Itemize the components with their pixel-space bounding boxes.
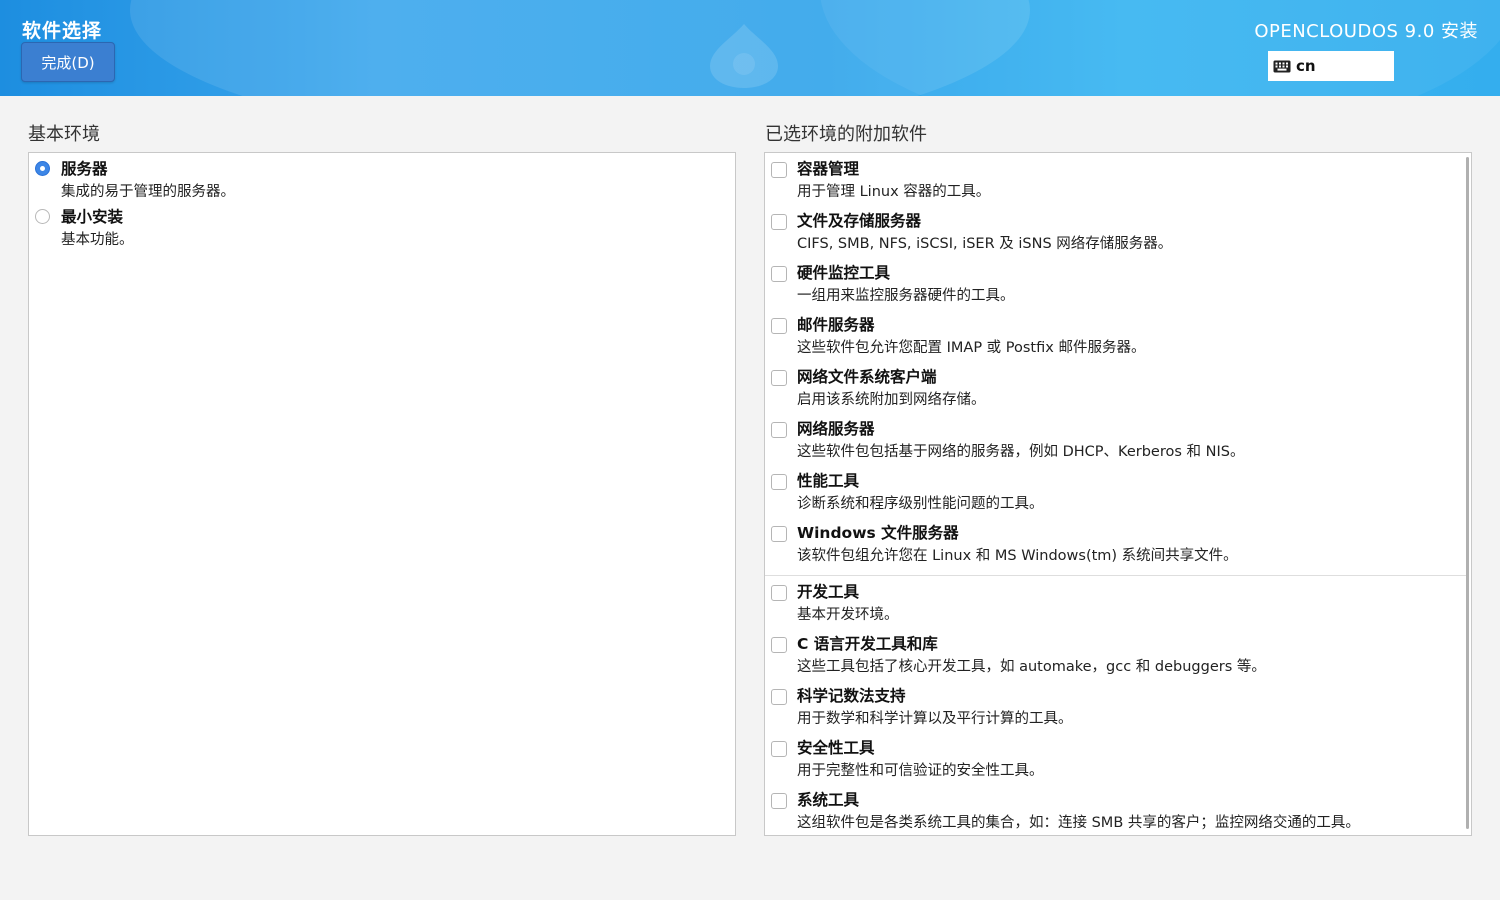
option-description: 基本开发环境。: [797, 607, 899, 623]
option-description: 该软件包组允许您在 Linux 和 MS Windows(tm) 系统间共享文件…: [797, 548, 1238, 564]
addon-option[interactable]: 系统工具这组软件包是各类系统工具的集合，如：连接 SMB 共享的客户；监控网络交…: [769, 790, 1467, 834]
option-title: 网络文件系统客户端: [797, 368, 937, 386]
environment-option[interactable]: 服务器集成的易于管理的服务器。: [33, 159, 731, 203]
checkbox[interactable]: [771, 266, 787, 282]
header-decoration: [820, 0, 1500, 96]
option-title: 服务器: [61, 160, 108, 178]
option-title: 最小安装: [61, 208, 124, 226]
scrollbar[interactable]: [1466, 157, 1469, 829]
addon-option[interactable]: 硬件监控工具一组用来监控服务器硬件的工具。: [769, 263, 1467, 307]
addon-software-label: 已选环境的附加软件: [765, 124, 927, 145]
checkbox[interactable]: [771, 214, 787, 230]
addon-option[interactable]: C 语言开发工具和库这些工具包括了核心开发工具，如 automake，gcc 和…: [769, 634, 1467, 678]
option-description: 用于管理 Linux 容器的工具。: [797, 184, 991, 200]
checkbox[interactable]: [771, 422, 787, 438]
base-environment-label: 基本环境: [28, 124, 100, 145]
option-description: 这些工具包括了核心开发工具，如 automake，gcc 和 debuggers…: [797, 659, 1266, 675]
option-title: 文件及存储服务器: [797, 212, 922, 230]
addon-option[interactable]: 邮件服务器这些软件包允许您配置 IMAP 或 Postfix 邮件服务器。: [769, 315, 1467, 359]
option-description: CIFS, SMB, NFS, iSCSI, iSER 及 iSNS 网络存储服…: [797, 236, 1173, 252]
option-title: 科学记数法支持: [797, 687, 906, 705]
addon-option[interactable]: 网络服务器这些软件包包括基于网络的服务器，例如 DHCP、Kerberos 和 …: [769, 419, 1467, 463]
checkbox[interactable]: [771, 162, 787, 178]
option-description: 这些软件包允许您配置 IMAP 或 Postfix 邮件服务器。: [797, 340, 1146, 356]
option-title: 邮件服务器: [797, 316, 875, 334]
option-description: 用于完整性和可信验证的安全性工具。: [797, 763, 1044, 779]
option-description: 启用该系统附加到网络存储。: [797, 392, 986, 408]
addon-option[interactable]: 科学记数法支持用于数学和科学计算以及平行计算的工具。: [769, 686, 1467, 730]
environment-option[interactable]: 最小安装 基本功能。: [33, 207, 731, 251]
checkbox[interactable]: [771, 585, 787, 601]
addon-software-list[interactable]: 容器管理用于管理 Linux 容器的工具。 文件及存储服务器 CIFS, SMB, …: [764, 152, 1472, 836]
addon-option[interactable]: 开发工具基本开发环境。: [769, 582, 1467, 626]
header-bar: 软件选择 完成(D) OPENCLOUDOS 9.0 安装 cn: [0, 0, 1500, 96]
option-description: 这些软件包包括基于网络的服务器，例如 DHCP、Kerberos 和 NIS。: [797, 444, 1245, 460]
checkbox[interactable]: [771, 689, 787, 705]
option-description: 这组软件包是各类系统工具的集合，如：连接 SMB 共享的客户；监控网络交通的工具…: [797, 815, 1360, 831]
addon-option[interactable]: 容器管理用于管理 Linux 容器的工具。: [769, 159, 1467, 203]
option-title: 系统工具: [797, 791, 860, 809]
checkbox[interactable]: [771, 370, 787, 386]
checkbox[interactable]: [771, 318, 787, 334]
option-title: 容器管理: [797, 160, 860, 178]
option-description: 用于数学和科学计算以及平行计算的工具。: [797, 711, 1073, 727]
addon-option[interactable]: Windows 文件服务器该软件包组允许您在 Linux 和 MS Window…: [769, 523, 1467, 567]
option-title: C 语言开发工具和库: [797, 635, 938, 653]
addon-option[interactable]: 安全性工具用于完整性和可信验证的安全性工具。: [769, 738, 1467, 782]
option-description: 集成的易于管理的服务器。: [61, 184, 235, 200]
done-button[interactable]: 完成(D): [21, 42, 115, 82]
base-environment-list: 服务器集成的易于管理的服务器。 最小安装基本功能。: [28, 152, 736, 836]
addon-option[interactable]: 性能工具诊断系统和程序级别性能问题的工具。: [769, 471, 1467, 515]
checkbox[interactable]: [771, 637, 787, 653]
option-description: 一组用来监控服务器硬件的工具。: [797, 288, 1015, 304]
radio-button[interactable]: [35, 161, 50, 176]
option-title: 安全性工具: [797, 739, 875, 757]
option-title: 性能工具: [797, 472, 860, 490]
option-title: 硬件监控工具: [797, 264, 891, 282]
product-title: OPENCLOUDOS 9.0 安装: [1254, 21, 1478, 42]
option-title: 网络服务器: [797, 420, 875, 438]
page-title: 软件选择: [22, 20, 103, 42]
keyboard-layout-label: cn: [1296, 57, 1316, 75]
checkbox[interactable]: [771, 741, 787, 757]
group-divider: [765, 575, 1467, 576]
checkbox[interactable]: [771, 474, 787, 490]
checkbox[interactable]: [771, 526, 787, 542]
option-description: 诊断系统和程序级别性能问题的工具。: [797, 496, 1044, 512]
keyboard-layout-indicator[interactable]: cn: [1268, 51, 1394, 81]
option-title: Windows 文件服务器: [797, 524, 959, 542]
checkbox[interactable]: [771, 793, 787, 809]
radio-button[interactable]: [35, 209, 50, 224]
option-title: 开发工具: [797, 583, 860, 601]
addon-option[interactable]: 网络文件系统客户端启用该系统附加到网络存储。: [769, 367, 1467, 411]
cloud-logo-icon: [710, 24, 778, 88]
option-description: 基本功能。: [61, 232, 134, 248]
keyboard-icon: [1273, 60, 1291, 72]
addon-option[interactable]: 文件及存储服务器 CIFS, SMB, NFS, iSCSI, iSER 及 iS…: [769, 211, 1467, 255]
